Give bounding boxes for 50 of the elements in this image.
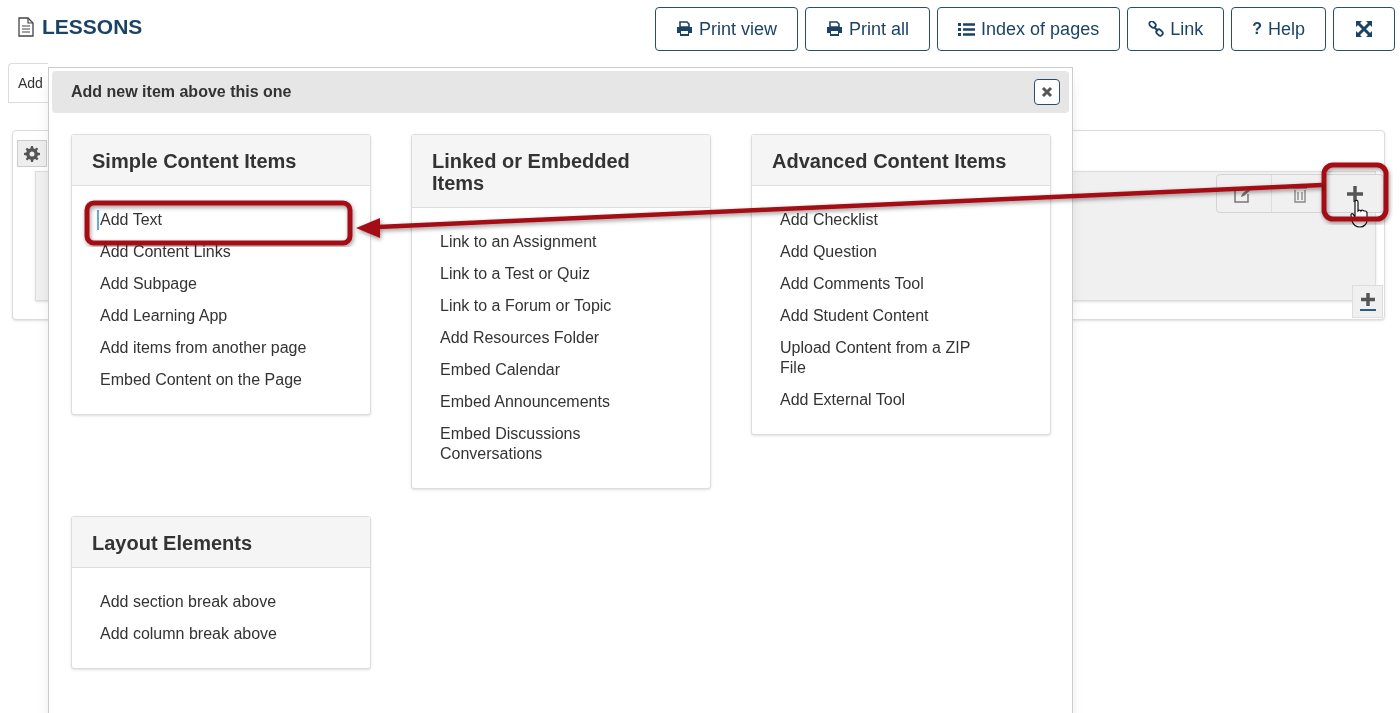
page-title: LESSONS — [42, 14, 143, 40]
add-below-button[interactable] — [1352, 285, 1383, 318]
tab[interactable]: Add — [8, 63, 48, 103]
help-icon: ? — [1252, 17, 1262, 41]
print-button[interactable]: Print view — [655, 7, 799, 51]
menu-link[interactable]: Embed Discussions Conversations — [440, 424, 652, 464]
add-below-icon — [1358, 291, 1377, 312]
section-title: Advanced Content Items — [772, 150, 1008, 172]
menu-link[interactable]: Add Content Links — [100, 242, 231, 262]
menu-link[interactable]: Add External Tool — [780, 390, 906, 410]
dialog-title: Add new item above this one — [71, 82, 292, 102]
printer-icon — [826, 21, 844, 37]
link-icon — [1148, 21, 1165, 37]
menu-link[interactable]: Add Student Content — [780, 306, 929, 326]
fullscreen-icon — [1355, 20, 1373, 38]
gear-icon — [24, 145, 40, 162]
menu-link[interactable]: Add Text — [97, 210, 162, 230]
menu-link[interactable]: Add section break above — [100, 592, 277, 612]
menu-link[interactable]: Add Subpage — [100, 274, 197, 294]
menu-link[interactable]: Add Learning App — [100, 306, 228, 326]
close-button[interactable] — [1034, 79, 1060, 105]
menu-link[interactable]: Link to a Test or Quiz — [440, 264, 590, 284]
fullscreen-button[interactable] — [1333, 7, 1395, 51]
document-icon — [18, 16, 34, 37]
settings-button[interactable] — [17, 140, 47, 167]
menu-link[interactable]: Embed Content on the Page — [100, 370, 302, 390]
menu-link[interactable]: Link to an Assignment — [440, 232, 597, 252]
close-icon — [1041, 86, 1053, 98]
menu-link[interactable]: Add Resources Folder — [440, 328, 600, 348]
menu-link[interactable]: Embed Calendar — [440, 360, 561, 380]
menu-link[interactable]: Upload Content from a ZIP File — [780, 338, 992, 378]
section-title: Layout Elements — [92, 532, 254, 554]
menu-link[interactable]: Add Checklist — [780, 210, 878, 230]
menu-link[interactable]: Add Question — [780, 242, 877, 262]
menu-link[interactable]: Add items from another page — [100, 338, 307, 358]
section-title: Simple Content Items — [92, 150, 298, 172]
print-button[interactable]: Print all — [805, 7, 931, 51]
printer-icon — [676, 21, 693, 37]
menu-link[interactable]: Add Comments Tool — [780, 274, 924, 294]
help-button[interactable]: ? Help — [1231, 7, 1326, 51]
menu-link[interactable]: Add column break above — [100, 624, 277, 644]
menu-link[interactable]: Link to a Forum or Topic — [440, 296, 612, 316]
menu-link[interactable]: Embed Announcements — [440, 392, 610, 412]
plus-icon — [1346, 184, 1365, 203]
link-button[interactable]: Link — [1127, 7, 1225, 51]
list-icon — [958, 21, 976, 37]
index-button[interactable]: Index of pages — [937, 7, 1121, 51]
hand-cursor-icon — [1350, 199, 1370, 229]
highlight-box — [1321, 162, 1389, 222]
section-title: Linked or Embedded Items — [432, 150, 631, 194]
